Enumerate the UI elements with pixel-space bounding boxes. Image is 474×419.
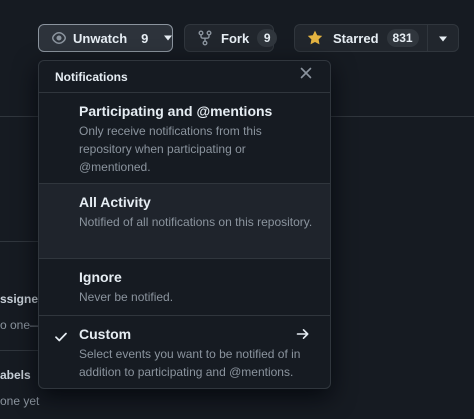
- menu-item-all-activity[interactable]: All Activity Notified of all notificatio…: [39, 184, 330, 259]
- menu-item-custom[interactable]: Custom Select events you want to be noti…: [39, 316, 330, 388]
- starred-button[interactable]: Starred 831: [294, 24, 428, 52]
- menu-item-description: Select events you want to be notified of…: [79, 347, 301, 379]
- sidebar-labels-value: one yet: [0, 394, 40, 408]
- divider: [0, 241, 38, 242]
- unwatch-label: Unwatch: [73, 30, 128, 46]
- watchers-count: 9: [141, 30, 149, 46]
- menu-item-title: Custom: [79, 326, 132, 342]
- menu-item-description: Only receive notifications from this rep…: [79, 124, 262, 174]
- notifications-menu: Notifications Participating and @mention…: [38, 60, 331, 389]
- menu-item-title: Participating and @mentions: [79, 103, 273, 119]
- unwatch-button[interactable]: Unwatch 9: [38, 24, 173, 52]
- notifications-menu-header: Notifications: [39, 61, 330, 93]
- star-count: 831: [386, 29, 419, 47]
- fork-label: Fork: [221, 30, 250, 46]
- fork-button[interactable]: Fork 9: [184, 24, 278, 52]
- arrow-right-icon: [296, 327, 310, 346]
- menu-item-participating[interactable]: Participating and @mentions Only receive…: [39, 93, 330, 184]
- x-icon[interactable]: [300, 67, 320, 87]
- divider: [0, 350, 38, 351]
- triangle-down-icon: [438, 29, 448, 47]
- repo-forked-icon: [198, 30, 212, 46]
- divider: [331, 116, 474, 117]
- check-icon: [55, 329, 67, 347]
- divider: [0, 116, 38, 117]
- starred-label: Starred: [333, 30, 379, 46]
- menu-item-title: Ignore: [79, 269, 122, 285]
- menu-item-ignore[interactable]: Ignore Never be notified.: [39, 259, 330, 316]
- notifications-menu-title: Notifications: [55, 69, 128, 84]
- triangle-down-icon: [163, 35, 173, 41]
- sidebar-labels-heading: abels: [0, 368, 31, 382]
- menu-item-description: Notified of all notifications on this re…: [79, 215, 313, 229]
- star-fill-icon: [307, 30, 323, 46]
- menu-item-title: All Activity: [79, 194, 151, 210]
- sidebar-assignees-value: o one—: [0, 318, 43, 332]
- menu-item-description: Never be notified.: [79, 290, 174, 304]
- sidebar-assignees-heading: ssigne: [0, 292, 39, 306]
- eye-icon: [51, 30, 67, 46]
- app-stage: ssigne o one— abels one yet Unwatch 9 Fo…: [0, 0, 474, 419]
- fork-count: 9: [257, 29, 278, 47]
- star-lists-dropdown-button[interactable]: [427, 24, 459, 52]
